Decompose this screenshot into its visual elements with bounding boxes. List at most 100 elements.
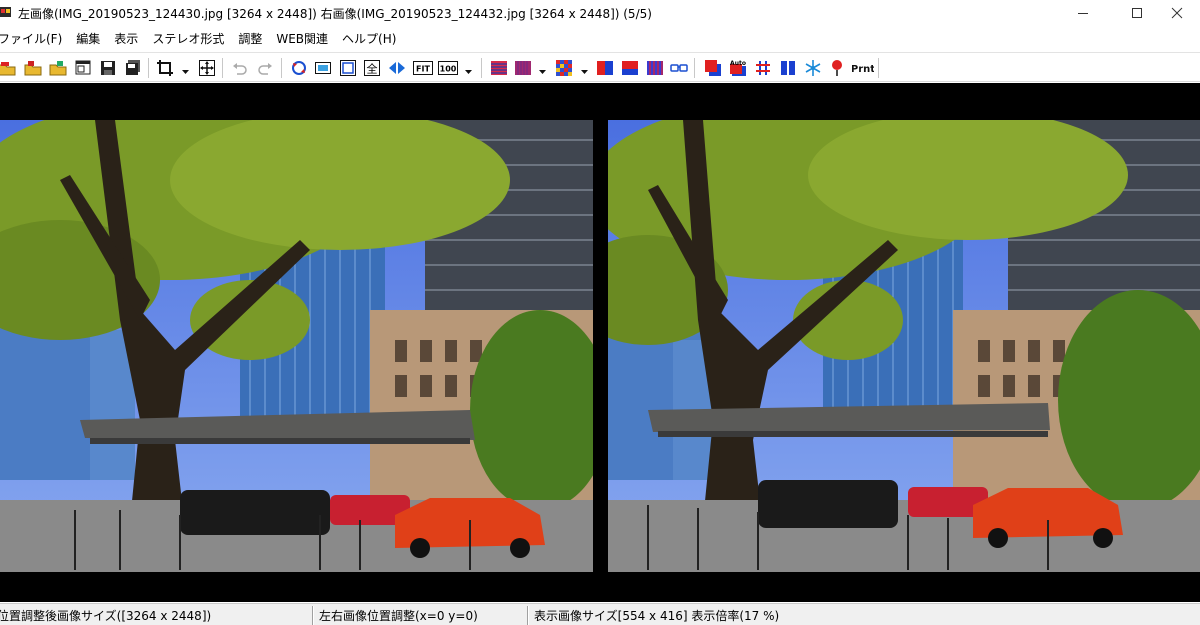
split-top-bottom-icon bbox=[622, 61, 638, 75]
parallel-view-button[interactable] bbox=[779, 59, 797, 77]
stereo-display-area[interactable] bbox=[0, 83, 1200, 602]
minimize-button[interactable] bbox=[1060, 0, 1106, 26]
fit-window-button[interactable] bbox=[314, 59, 332, 77]
right-image[interactable] bbox=[608, 120, 1200, 572]
menu-adjust[interactable]: 調整 bbox=[234, 28, 266, 50]
toolbar: 全 FIT 100 Auto Prnt bbox=[0, 52, 1200, 82]
undo-button[interactable] bbox=[231, 59, 249, 77]
status-divider bbox=[312, 606, 314, 625]
interlace-button[interactable] bbox=[646, 59, 664, 77]
redo-icon bbox=[258, 63, 272, 75]
print-button[interactable]: Prnt bbox=[852, 59, 874, 77]
open-folder-red-icon bbox=[0, 62, 16, 76]
fit-button[interactable]: FIT bbox=[413, 59, 433, 77]
auto-icon: Auto bbox=[730, 60, 746, 76]
open-right-button[interactable] bbox=[49, 59, 67, 77]
status-adjusted-size: 位置調整後画像サイズ([3264 x 2448]) bbox=[0, 609, 212, 623]
open-folder-icon bbox=[24, 61, 42, 76]
auto-adjust-button[interactable]: Auto bbox=[729, 59, 747, 77]
svg-text:FIT: FIT bbox=[416, 65, 430, 74]
crop-button[interactable] bbox=[156, 59, 174, 77]
over-under-button[interactable] bbox=[621, 59, 639, 77]
open-folder-icon bbox=[49, 61, 67, 76]
snowflake-icon bbox=[805, 60, 821, 76]
map-pin-icon bbox=[832, 60, 842, 76]
svg-text:Auto: Auto bbox=[730, 60, 746, 67]
show-all-button[interactable]: 全 bbox=[363, 59, 381, 77]
floppy-disk-multiple-icon bbox=[126, 60, 140, 75]
side-by-side-button[interactable] bbox=[596, 59, 614, 77]
anaglyph-color-button[interactable] bbox=[490, 59, 508, 77]
undo-icon bbox=[233, 63, 247, 75]
menu-file[interactable]: ファイル(F) bbox=[0, 28, 66, 50]
svg-text:全: 全 bbox=[367, 62, 378, 76]
toolbar-separator bbox=[148, 58, 149, 78]
save-button[interactable] bbox=[99, 59, 117, 77]
snowflake-button[interactable] bbox=[804, 59, 822, 77]
frame-icon bbox=[315, 62, 331, 74]
grid-button[interactable] bbox=[754, 59, 772, 77]
mosaic-button[interactable] bbox=[555, 59, 573, 77]
glasses-icon bbox=[670, 64, 688, 72]
minimize-icon bbox=[1078, 13, 1088, 14]
status-position-adjust: 左右画像位置調整(x=0 y=0) bbox=[319, 609, 478, 623]
mosaic-dropdown-icon[interactable] bbox=[581, 64, 588, 74]
zoom-100-button[interactable]: 100 bbox=[438, 59, 458, 77]
menu-web[interactable]: WEB関連 bbox=[272, 28, 332, 50]
menu-help[interactable]: ヘルプ(H) bbox=[338, 28, 400, 50]
redo-button[interactable] bbox=[256, 59, 274, 77]
mirror-arrows-icon bbox=[389, 62, 405, 74]
open-stereo-button[interactable] bbox=[0, 59, 16, 77]
window-title: 左画像(IMG_20190523_124430.jpg [3264 x 2448… bbox=[18, 7, 652, 21]
app-icon bbox=[0, 4, 14, 20]
toolbar-separator bbox=[481, 58, 482, 78]
save-as-button[interactable] bbox=[124, 59, 142, 77]
svg-text:100: 100 bbox=[440, 65, 457, 74]
overlap-squares-icon bbox=[705, 60, 721, 76]
split-red-blue-icon bbox=[597, 61, 613, 75]
left-photo-scene bbox=[0, 120, 593, 572]
mirror-button[interactable] bbox=[388, 59, 406, 77]
toolbar-separator bbox=[694, 58, 695, 78]
print-text-icon: Prnt bbox=[852, 64, 874, 75]
anaglyph-stripes-icon bbox=[491, 61, 507, 75]
zoom-dropdown-icon[interactable] bbox=[465, 64, 472, 74]
full-window-button[interactable] bbox=[339, 59, 357, 77]
anaglyph-gray-button[interactable] bbox=[514, 59, 532, 77]
svg-text:Prnt: Prnt bbox=[852, 64, 874, 75]
left-image[interactable] bbox=[0, 120, 593, 572]
menu-view[interactable]: 表示 bbox=[110, 28, 142, 50]
close-icon bbox=[1171, 7, 1183, 19]
toolbar-separator bbox=[281, 58, 282, 78]
anaglyph-dropdown-icon[interactable] bbox=[539, 64, 546, 74]
move-button[interactable] bbox=[198, 59, 216, 77]
menu-bar: ファイル(F) 編集 表示 ステレオ形式 調整 WEB関連 ヘルプ(H) bbox=[0, 28, 1200, 50]
open-window-button[interactable] bbox=[74, 59, 92, 77]
status-bar: 位置調整後画像サイズ([3264 x 2448]) 左右画像位置調整(x=0 y… bbox=[0, 603, 1200, 625]
zoom-100-icon: 100 bbox=[438, 61, 458, 75]
open-left-button[interactable] bbox=[24, 59, 42, 77]
crop-dropdown-icon[interactable] bbox=[182, 64, 189, 74]
swap-images-button[interactable] bbox=[290, 59, 308, 77]
status-display-size: 表示画像サイズ[554 x 416] 表示倍率(17 %) bbox=[534, 609, 780, 623]
close-button[interactable] bbox=[1154, 0, 1200, 26]
menu-edit[interactable]: 編集 bbox=[72, 28, 104, 50]
menu-stereo-format[interactable]: ステレオ形式 bbox=[148, 28, 228, 50]
move-arrows-icon bbox=[199, 60, 215, 76]
color-adjust-button[interactable] bbox=[704, 59, 722, 77]
fit-icon: FIT bbox=[413, 61, 433, 75]
interlace-icon bbox=[647, 61, 663, 75]
checker-icon bbox=[556, 60, 572, 76]
anaglyph-mesh-icon bbox=[515, 61, 531, 75]
grid-hash-icon bbox=[756, 61, 770, 75]
floppy-disk-icon bbox=[101, 61, 115, 75]
swap-icon bbox=[292, 61, 306, 75]
status-divider bbox=[527, 606, 529, 625]
right-photo-scene bbox=[608, 120, 1200, 572]
frame-blue-icon bbox=[340, 60, 356, 76]
pin-button[interactable] bbox=[828, 59, 846, 77]
toolbar-separator bbox=[878, 58, 879, 78]
stereo-glasses-button[interactable] bbox=[670, 59, 688, 77]
title-bar: 左画像(IMG_20190523_124430.jpg [3264 x 2448… bbox=[0, 0, 1200, 26]
all-icon: 全 bbox=[364, 60, 380, 76]
